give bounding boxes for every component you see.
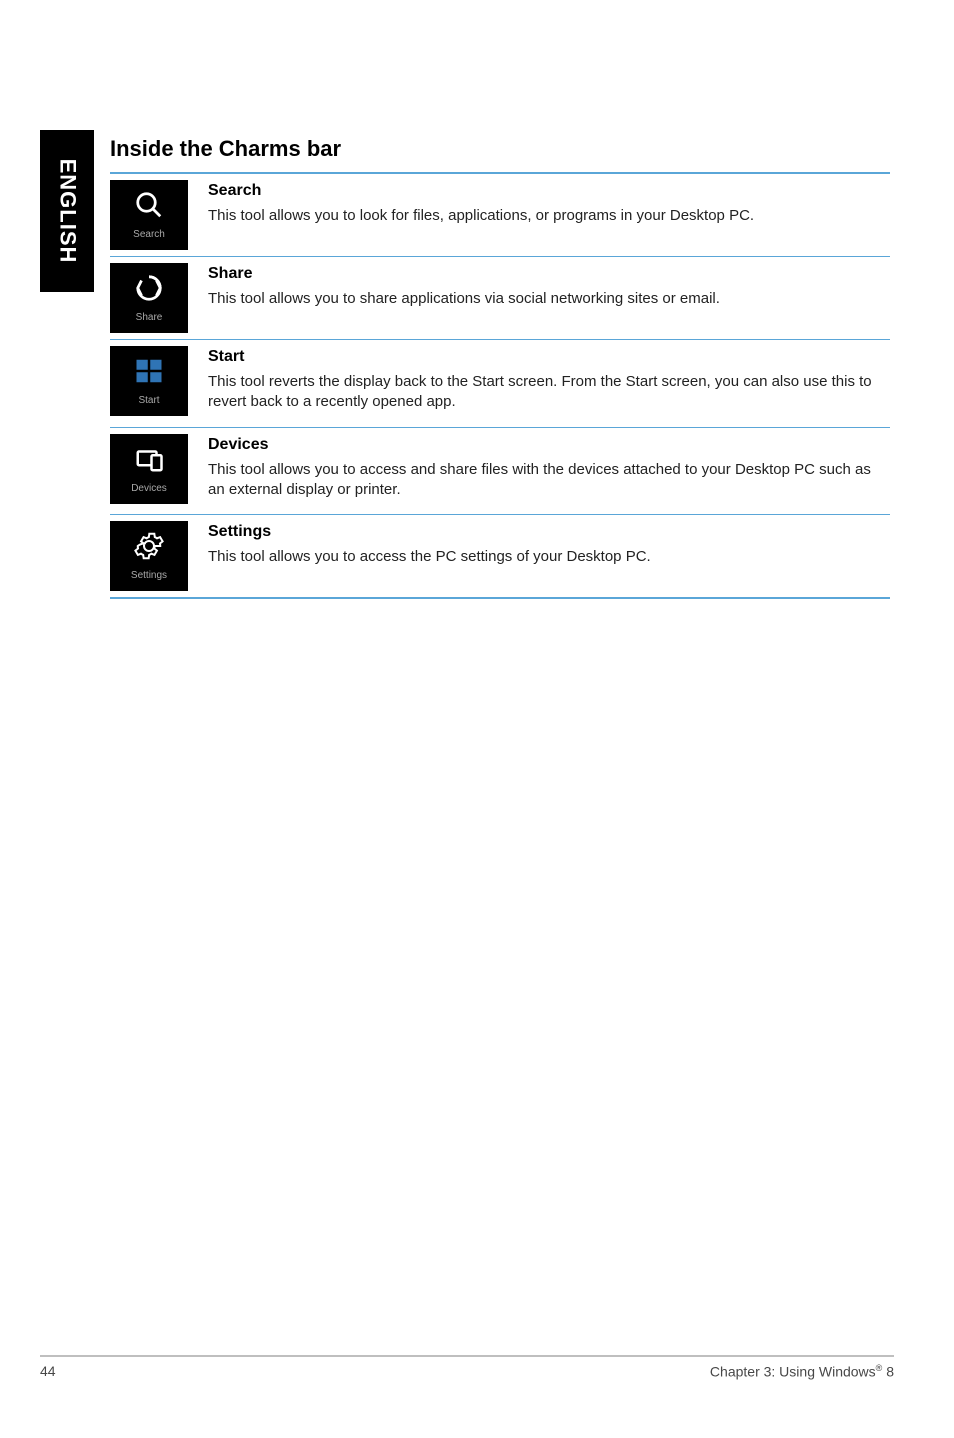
charm-tile-cell: Share (110, 257, 202, 340)
table-row: Search Search This tool allows you to lo… (110, 173, 890, 257)
share-tile: Share (110, 263, 188, 333)
language-label: ENGLISH (54, 159, 80, 264)
main-content: Inside the Charms bar Search Search This… (110, 136, 890, 599)
page-footer: 44 Chapter 3: Using Windows® 8 (40, 1355, 894, 1380)
charm-title: Settings (208, 523, 884, 541)
page: ENGLISH Inside the Charms bar Search Sea… (0, 0, 954, 1438)
charm-desc-cell: Devices This tool allows you to access a… (202, 427, 890, 515)
devices-icon (134, 444, 164, 479)
table-row: Share Share This tool allows you to shar… (110, 257, 890, 340)
table-row: Settings Settings This tool allows you t… (110, 515, 890, 599)
page-number: 44 (40, 1363, 56, 1380)
table-row: Start Start This tool reverts the displa… (110, 340, 890, 428)
charm-tile-label: Devices (131, 483, 167, 494)
search-icon (134, 190, 164, 225)
charm-title: Share (208, 265, 884, 283)
table-row: Devices Devices This tool allows you to … (110, 427, 890, 515)
charm-tile-cell: Start (110, 340, 202, 428)
start-tile: Start (110, 346, 188, 416)
chapter-tail: 8 (882, 1364, 894, 1380)
charm-tile-label: Search (133, 229, 165, 240)
charm-desc-cell: Settings This tool allows you to access … (202, 515, 890, 599)
chapter-text: Chapter 3: Using Windows (710, 1364, 876, 1380)
charm-tile-cell: Devices (110, 427, 202, 515)
charm-title: Devices (208, 436, 884, 454)
charm-text: This tool reverts the display back to th… (208, 372, 884, 413)
chapter-label: Chapter 3: Using Windows® 8 (710, 1363, 894, 1380)
charm-title: Start (208, 348, 884, 366)
settings-tile: Settings (110, 521, 188, 591)
search-tile: Search (110, 180, 188, 250)
charm-tile-cell: Search (110, 173, 202, 257)
charm-text: This tool allows you to share applicatio… (208, 289, 884, 309)
charm-tile-label: Start (138, 395, 159, 406)
charm-text: This tool allows you to access and share… (208, 460, 884, 501)
devices-tile: Devices (110, 434, 188, 504)
charm-desc-cell: Share This tool allows you to share appl… (202, 257, 890, 340)
section-title: Inside the Charms bar (110, 136, 890, 162)
charm-title: Search (208, 182, 884, 200)
start-icon (134, 356, 164, 391)
charm-text: This tool allows you to access the PC se… (208, 547, 884, 567)
charm-text: This tool allows you to look for files, … (208, 206, 884, 226)
settings-icon (134, 531, 164, 566)
language-side-tab: ENGLISH (40, 130, 94, 292)
charms-table: Search Search This tool allows you to lo… (110, 172, 890, 599)
share-icon (134, 273, 164, 308)
charm-tile-cell: Settings (110, 515, 202, 599)
charm-desc-cell: Start This tool reverts the display back… (202, 340, 890, 428)
charm-tile-label: Share (136, 312, 163, 323)
charm-tile-label: Settings (131, 570, 167, 581)
charm-desc-cell: Search This tool allows you to look for … (202, 173, 890, 257)
